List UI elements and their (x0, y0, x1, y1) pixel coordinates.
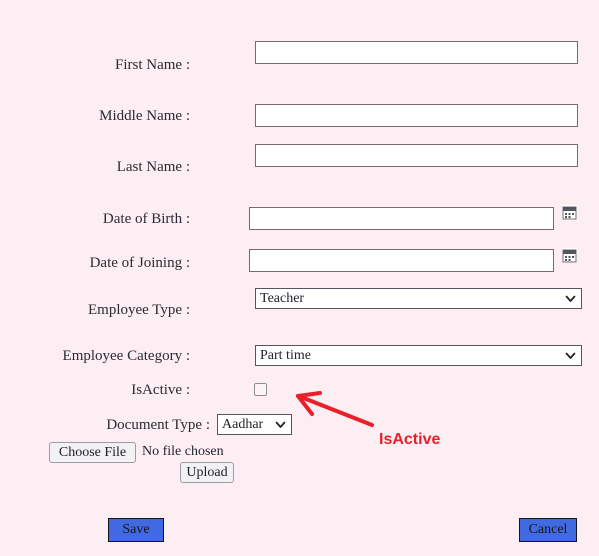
annotation-label: IsActive (379, 431, 441, 448)
chevron-down-icon (564, 292, 577, 305)
middle-name-input[interactable] (255, 104, 578, 127)
employee-type-label: Employee Type : (88, 302, 190, 318)
date-of-joining-input[interactable] (249, 249, 554, 272)
upload-button[interactable]: Upload (180, 462, 234, 483)
save-button[interactable]: Save (108, 518, 164, 542)
employee-type-select[interactable]: Teacher (255, 288, 582, 309)
cancel-button[interactable]: Cancel (519, 518, 577, 542)
date-of-joining-label: Date of Joining : (89, 255, 190, 271)
annotation-arrow-icon (296, 391, 374, 427)
calendar-icon[interactable] (562, 205, 577, 220)
middle-name-label: Middle Name : (99, 108, 190, 124)
employee-category-select[interactable]: Part time (255, 345, 582, 366)
isactive-checkbox[interactable] (254, 383, 267, 396)
employee-form-page: First Name : Middle Name : Last Name : D… (0, 0, 599, 556)
date-of-birth-input[interactable] (249, 207, 554, 230)
chevron-down-icon (564, 349, 577, 362)
last-name-input[interactable] (255, 144, 578, 167)
file-status-text: No file chosen (142, 444, 224, 459)
last-name-label: Last Name : (116, 159, 190, 175)
employee-category-value: Part time (260, 347, 311, 363)
isactive-label: IsActive : (131, 382, 190, 398)
date-of-birth-label: Date of Birth : (102, 211, 190, 227)
document-type-select[interactable]: Aadhar (217, 414, 292, 435)
chevron-down-icon (274, 418, 287, 431)
employee-category-label: Employee Category : (62, 348, 190, 364)
employee-type-value: Teacher (260, 290, 305, 306)
calendar-icon[interactable] (562, 248, 577, 263)
first-name-label: First Name : (115, 57, 190, 73)
document-type-value: Aadhar (222, 416, 264, 432)
choose-file-button[interactable]: Choose File (49, 442, 136, 463)
document-type-label: Document Type : (106, 417, 210, 433)
first-name-input[interactable] (255, 41, 578, 64)
